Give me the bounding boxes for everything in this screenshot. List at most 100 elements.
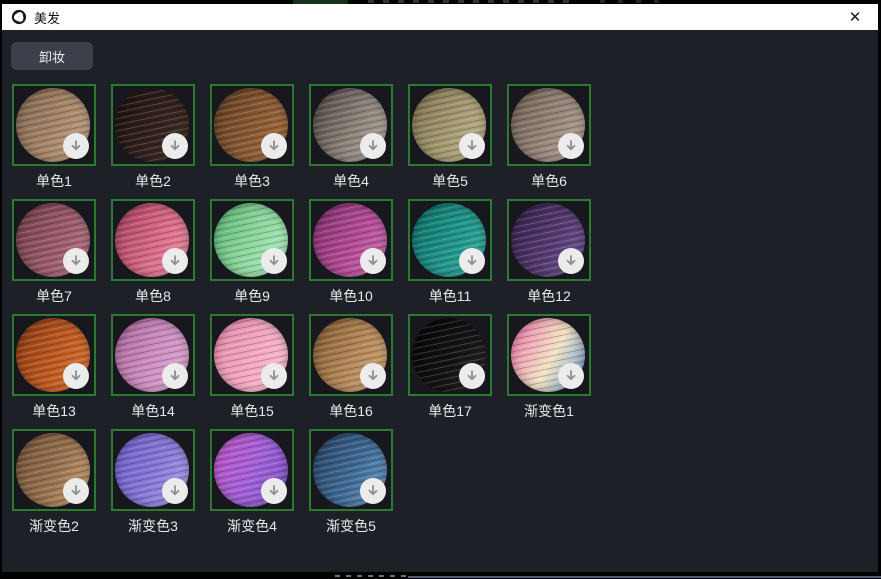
swatch-tile[interactable] bbox=[408, 84, 492, 166]
title-bar: 美发 ✕ bbox=[2, 4, 878, 30]
swatch-tile[interactable] bbox=[309, 314, 393, 396]
swatch-cell: 渐变色4 bbox=[210, 429, 294, 534]
swatch-label: 单色9 bbox=[210, 286, 294, 304]
bottom-border-strip bbox=[0, 572, 881, 579]
download-icon[interactable] bbox=[360, 363, 386, 389]
swatch-cell: 渐变色3 bbox=[111, 429, 195, 534]
swatch-tile[interactable] bbox=[12, 84, 96, 166]
swatch-label: 单色4 bbox=[309, 171, 393, 189]
download-icon[interactable] bbox=[261, 133, 287, 159]
swatch-label: 渐变色2 bbox=[12, 516, 96, 534]
download-icon[interactable] bbox=[162, 248, 188, 274]
download-icon[interactable] bbox=[162, 363, 188, 389]
download-icon[interactable] bbox=[261, 363, 287, 389]
swatch-cell: 单色1 bbox=[12, 84, 96, 189]
swatch-label: 单色17 bbox=[408, 401, 492, 419]
swatch-cell: 单色10 bbox=[309, 199, 393, 304]
obs-logo-icon bbox=[11, 9, 27, 25]
swatch-label: 单色2 bbox=[111, 171, 195, 189]
swatch-tile[interactable] bbox=[507, 199, 591, 281]
download-icon[interactable] bbox=[360, 248, 386, 274]
background-window-artifact bbox=[408, 576, 881, 578]
swatch-cell: 单色13 bbox=[12, 314, 96, 419]
swatch-label: 单色11 bbox=[408, 286, 492, 304]
swatch-cell: 单色8 bbox=[111, 199, 195, 304]
swatch-tile[interactable] bbox=[111, 314, 195, 396]
swatch-tile[interactable] bbox=[111, 199, 195, 281]
swatch-cell: 单色3 bbox=[210, 84, 294, 189]
swatch-tile[interactable] bbox=[210, 199, 294, 281]
download-icon[interactable] bbox=[459, 248, 485, 274]
swatch-cell: 单色4 bbox=[309, 84, 393, 189]
download-icon[interactable] bbox=[459, 133, 485, 159]
close-icon[interactable]: ✕ bbox=[844, 6, 866, 28]
background-window-artifact bbox=[368, 0, 578, 3]
swatch-label: 单色5 bbox=[408, 171, 492, 189]
swatch-tile[interactable] bbox=[309, 199, 393, 281]
swatch-tile[interactable] bbox=[12, 314, 96, 396]
swatch-cell: 渐变色2 bbox=[12, 429, 96, 534]
swatch-label: 单色10 bbox=[309, 286, 393, 304]
download-icon[interactable] bbox=[558, 248, 584, 274]
swatch-grid: 单色1 单色2 单色3 bbox=[12, 84, 617, 544]
swatch-cell: 单色15 bbox=[210, 314, 294, 419]
swatch-cell: 单色9 bbox=[210, 199, 294, 304]
swatch-label: 单色16 bbox=[309, 401, 393, 419]
swatch-cell: 单色17 bbox=[408, 314, 492, 419]
swatch-cell: 单色5 bbox=[408, 84, 492, 189]
swatch-label: 单色15 bbox=[210, 401, 294, 419]
swatch-cell: 单色7 bbox=[12, 199, 96, 304]
swatch-label: 单色12 bbox=[507, 286, 591, 304]
swatch-label: 单色7 bbox=[12, 286, 96, 304]
swatch-label: 单色8 bbox=[111, 286, 195, 304]
download-icon[interactable] bbox=[63, 133, 89, 159]
swatch-tile[interactable] bbox=[111, 429, 195, 511]
swatch-cell: 单色12 bbox=[507, 199, 591, 304]
swatch-tile[interactable] bbox=[408, 199, 492, 281]
swatch-tile[interactable] bbox=[12, 429, 96, 511]
download-icon[interactable] bbox=[360, 478, 386, 504]
swatch-tile[interactable] bbox=[210, 84, 294, 166]
window-title: 美发 bbox=[34, 8, 60, 27]
swatch-label: 渐变色3 bbox=[111, 516, 195, 534]
swatch-tile[interactable] bbox=[309, 84, 393, 166]
download-icon[interactable] bbox=[63, 363, 89, 389]
swatch-cell: 渐变色5 bbox=[309, 429, 393, 534]
swatch-tile[interactable] bbox=[507, 314, 591, 396]
background-window-artifact bbox=[335, 575, 407, 577]
download-icon[interactable] bbox=[558, 133, 584, 159]
download-icon[interactable] bbox=[162, 478, 188, 504]
download-icon[interactable] bbox=[63, 478, 89, 504]
download-icon[interactable] bbox=[63, 248, 89, 274]
swatch-tile[interactable] bbox=[309, 429, 393, 511]
download-icon[interactable] bbox=[459, 363, 485, 389]
download-icon[interactable] bbox=[261, 248, 287, 274]
swatch-label: 渐变色5 bbox=[309, 516, 393, 534]
remove-makeup-button[interactable]: 卸妆 bbox=[11, 42, 93, 70]
download-icon[interactable] bbox=[558, 363, 584, 389]
download-icon[interactable] bbox=[360, 133, 386, 159]
swatch-tile[interactable] bbox=[210, 429, 294, 511]
swatch-tile[interactable] bbox=[12, 199, 96, 281]
download-icon[interactable] bbox=[162, 133, 188, 159]
swatch-tile[interactable] bbox=[111, 84, 195, 166]
swatch-label: 单色1 bbox=[12, 171, 96, 189]
swatch-label: 渐变色1 bbox=[507, 401, 591, 419]
swatch-cell: 单色11 bbox=[408, 199, 492, 304]
swatch-label: 单色14 bbox=[111, 401, 195, 419]
swatch-tile[interactable] bbox=[210, 314, 294, 396]
swatch-cell: 单色16 bbox=[309, 314, 393, 419]
swatch-tile[interactable] bbox=[408, 314, 492, 396]
swatch-cell: 单色6 bbox=[507, 84, 591, 189]
swatch-cell: 单色2 bbox=[111, 84, 195, 189]
download-icon[interactable] bbox=[261, 478, 287, 504]
swatch-label: 单色6 bbox=[507, 171, 591, 189]
swatch-tile[interactable] bbox=[507, 84, 591, 166]
swatch-label: 单色3 bbox=[210, 171, 294, 189]
dialog-body: 卸妆 单色1 单色2 bbox=[2, 30, 878, 572]
swatch-label: 渐变色4 bbox=[210, 516, 294, 534]
background-window-artifact bbox=[600, 0, 670, 3]
swatch-label: 单色13 bbox=[12, 401, 96, 419]
dialog-window: 美发 ✕ 卸妆 单色1 单色2 bbox=[0, 0, 881, 579]
swatch-cell: 渐变色1 bbox=[507, 314, 591, 419]
